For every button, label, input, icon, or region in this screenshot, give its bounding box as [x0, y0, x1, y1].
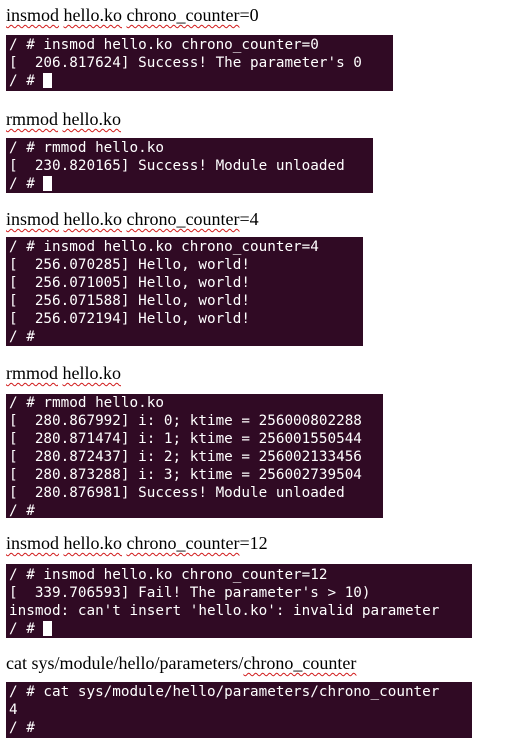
terminal-line-text: [ 206.817624] Success! The parameter's 0 [9, 55, 362, 71]
caption-insmod-counter-4: insmod hello.ko chrono_counter=4 [6, 209, 259, 229]
terminal-line-text: [ 280.871474] i: 1; ktime = 256001550544 [9, 431, 362, 447]
terminal-line-text: 4 [9, 702, 18, 718]
caption-word: insmod [6, 533, 60, 553]
caption-rmmod-2: rmmod hello.ko [6, 363, 121, 383]
terminal-line: [ 280.871474] i: 1; ktime = 256001550544 [9, 430, 383, 448]
caption-insmod-counter-12: insmod hello.ko chrono_counter=12 [6, 533, 268, 553]
terminal-rmmod-2: / # rmmod hello.ko [ 280.867992] i: 0; kt… [6, 394, 383, 518]
terminal-line: / # [9, 328, 363, 346]
terminal-line: [ 280.873288] i: 3; ktime = 256002739504 [9, 466, 383, 484]
terminal-line-text: / # [9, 621, 44, 637]
terminal-line: [ 230.820165] Success! Module unloaded [9, 157, 373, 175]
terminal-line-text: [ 339.706593] Fail! The parameter's > 10… [9, 585, 371, 601]
terminal-line: / # insmod hello.ko chrono_counter=12 [9, 566, 472, 584]
terminal-line: / # rmmod hello.ko [9, 394, 383, 412]
caption-word: rmmod [6, 109, 58, 129]
terminal-line-text: [ 256.071005] Hello, world! [9, 275, 251, 291]
caption-word: hello.ko [62, 363, 122, 383]
terminal-insmod-counter-4: / # insmod hello.ko chrono_counter=4 [ 25… [6, 237, 363, 346]
terminal-line-text: / # insmod hello.ko chrono_counter=4 [9, 239, 319, 255]
caption-rmmod-1: rmmod hello.ko [6, 109, 121, 129]
terminal-line-text: / # [9, 176, 44, 192]
terminal-insmod-counter-12: / # insmod hello.ko chrono_counter=12 [ 3… [6, 564, 472, 638]
terminal-line-text: / # [9, 503, 35, 518]
terminal-line: [ 206.817624] Success! The parameter's 0 [9, 54, 393, 72]
terminal-line: / # insmod hello.ko chrono_counter=0 [9, 36, 393, 54]
terminal-line-text: [ 256.071588] Hello, world! [9, 293, 251, 309]
caption-word: hello.ko [63, 5, 123, 25]
caption-word: hello.ko [63, 209, 123, 229]
terminal-line: [ 280.867992] i: 0; ktime = 256000802288 [9, 412, 383, 430]
terminal-line-text: / # insmod hello.ko chrono_counter=12 [9, 567, 328, 583]
terminal-line-text: / # rmmod hello.ko [9, 395, 164, 411]
terminal-line: [ 256.071005] Hello, world! [9, 274, 363, 292]
caption-cat-parameter: cat sys/module/hello/parameters/chrono_c… [6, 653, 356, 673]
caption-word: chrono_counter [126, 533, 240, 553]
caption-word: hello.ko [63, 533, 123, 553]
caption-insmod-counter-0: insmod hello.ko chrono_counter=0 [6, 5, 259, 25]
terminal-cursor [43, 176, 53, 191]
caption-word: insmod [6, 5, 60, 25]
terminal-line: / # [9, 502, 383, 518]
caption-word: =4 [239, 209, 259, 229]
terminal-line-text: / # cat sys/module/hello/parameters/chro… [9, 684, 440, 700]
terminal-line: [ 256.071588] Hello, world! [9, 292, 363, 310]
terminal-line-text: insmod: can't insert 'hello.ko': invalid… [9, 603, 440, 619]
terminal-line-text: / # [9, 720, 35, 736]
caption-word: insmod [6, 209, 60, 229]
terminal-rmmod-1: / # rmmod hello.ko [ 230.820165] Success!… [6, 138, 373, 193]
terminal-line: 4 [9, 701, 472, 719]
caption-word: cat sys/module/hello/parameters/ [6, 653, 244, 673]
terminal-line: [ 256.072194] Hello, world! [9, 310, 363, 328]
caption-word: rmmod [6, 363, 58, 383]
terminal-line: [ 256.070285] Hello, world! [9, 256, 363, 274]
terminal-line-text: / # [9, 73, 44, 89]
caption-word: hello.ko [62, 109, 122, 129]
terminal-line-text: [ 280.873288] i: 3; ktime = 256002739504 [9, 467, 362, 483]
terminal-cat-parameter: / # cat sys/module/hello/parameters/chro… [6, 682, 472, 738]
terminal-cursor [43, 73, 53, 88]
terminal-line: / # cat sys/module/hello/parameters/chro… [9, 683, 472, 701]
terminal-line-text: [ 280.876981] Success! Module unloaded [9, 485, 345, 501]
terminal-line-text: [ 280.872437] i: 2; ktime = 256002133456 [9, 449, 362, 465]
terminal-insmod-counter-0: / # insmod hello.ko chrono_counter=0 [ 20… [6, 35, 393, 91]
terminal-line: / # rmmod hello.ko [9, 139, 373, 157]
caption-word: chrono_counter [126, 5, 240, 25]
caption-word: chrono_counter [126, 209, 240, 229]
terminal-line: / # [9, 175, 373, 193]
terminal-line: / # [9, 719, 472, 737]
terminal-line-text: [ 256.070285] Hello, world! [9, 257, 251, 273]
terminal-line: / # [9, 620, 472, 638]
terminal-line: [ 280.876981] Success! Module unloaded [9, 484, 383, 502]
caption-word: chrono_counter [243, 653, 357, 673]
terminal-line: insmod: can't insert 'hello.ko': invalid… [9, 602, 472, 620]
terminal-line: [ 339.706593] Fail! The parameter's > 10… [9, 584, 472, 602]
terminal-cursor [43, 621, 53, 636]
terminal-line-text: / # insmod hello.ko chrono_counter=0 [9, 37, 319, 53]
terminal-line-text: [ 256.072194] Hello, world! [9, 311, 251, 327]
terminal-line-text: [ 280.867992] i: 0; ktime = 256000802288 [9, 413, 362, 429]
terminal-line: / # [9, 72, 393, 90]
terminal-line-text: / # [9, 329, 35, 345]
caption-word: =0 [239, 5, 259, 25]
terminal-line: / # insmod hello.ko chrono_counter=4 [9, 238, 363, 256]
terminal-line-text: [ 230.820165] Success! Module unloaded [9, 158, 345, 174]
caption-word: =12 [239, 533, 268, 553]
terminal-line: [ 280.872437] i: 2; ktime = 256002133456 [9, 448, 383, 466]
terminal-line-text: / # rmmod hello.ko [9, 140, 164, 156]
